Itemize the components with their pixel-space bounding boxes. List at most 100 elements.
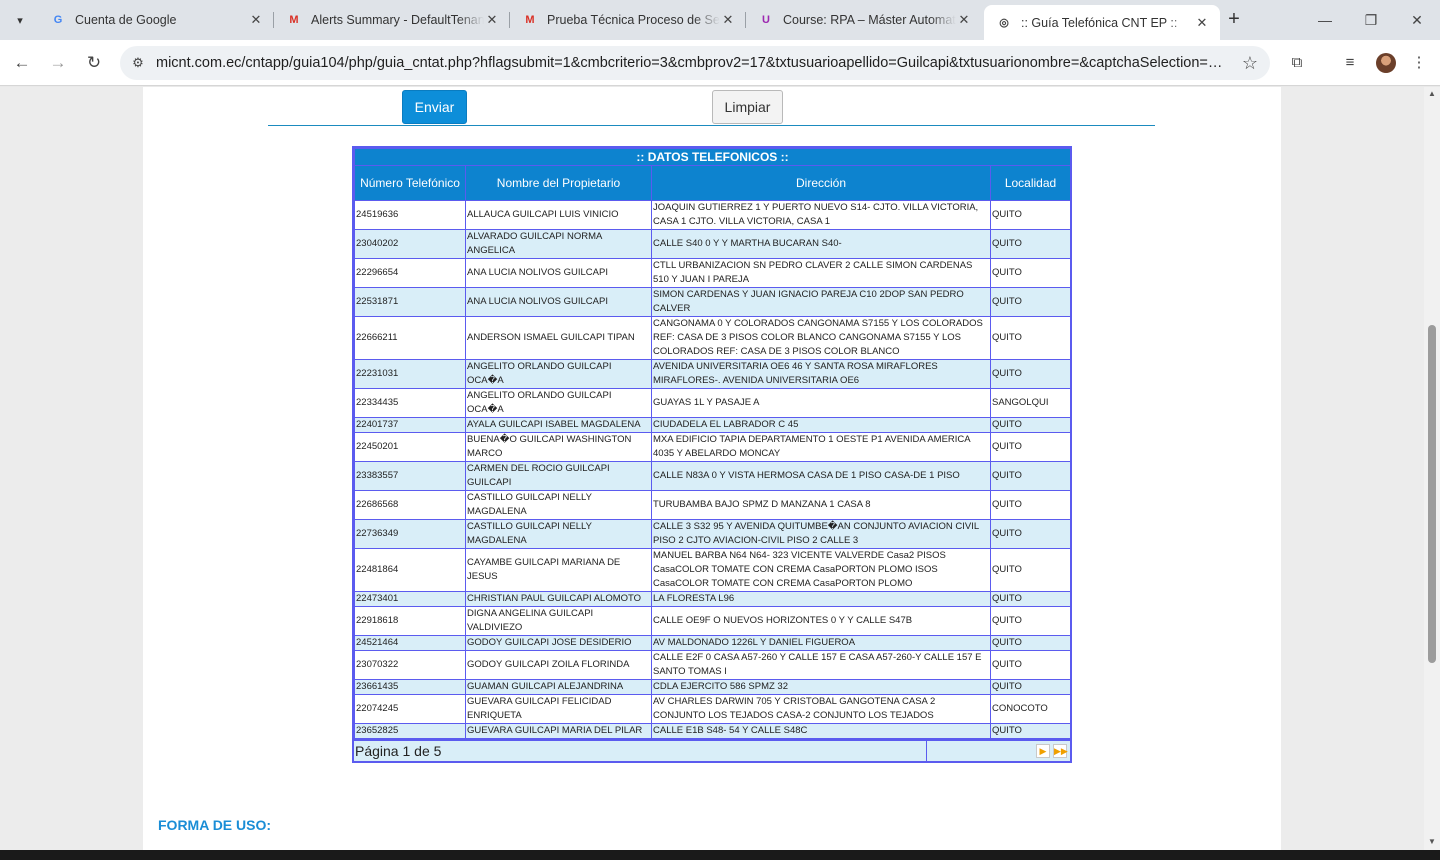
- column-header-numero[interactable]: Número Telefónico: [354, 165, 466, 201]
- cell-nombre: GUEVARA GUILCAPI FELICIDAD ENRIQUETA: [465, 694, 652, 724]
- cell-nombre: BUENA�O GUILCAPI WASHINGTON MARCO: [465, 432, 652, 462]
- site-info-icon[interactable]: ⚙: [120, 55, 156, 71]
- divider: [268, 125, 1155, 126]
- cell-numero: 23040202: [354, 229, 466, 259]
- cell-direccion: AVENIDA UNIVERSITARIA OE6 46 Y SANTA ROS…: [651, 359, 991, 389]
- cell-nombre: GODOY GUILCAPI JOSE DESIDERIO: [465, 635, 652, 651]
- last-page-icon[interactable]: ▶▶: [1053, 744, 1068, 758]
- table-row: 23661435 GUAMAN GUILCAPI ALEJANDRINA CDLA …: [354, 679, 1072, 695]
- extensions-puzzle-icon[interactable]: ⧉: [1283, 49, 1311, 77]
- cell-direccion: CALLE N83A 0 Y VISTA HERMOSA CASA DE 1 P…: [651, 461, 991, 491]
- table-row: 22334435 ANGELITO ORLANDO GUILCAPI OCA�A G…: [354, 388, 1072, 418]
- forma-de-uso-heading: FORMA DE USO:: [158, 817, 272, 833]
- cell-numero: 23383557: [354, 461, 466, 491]
- cell-nombre: ANGELITO ORLANDO GUILCAPI OCA�A: [465, 359, 652, 389]
- page-viewport: Enviar Limpiar :: DATOS TELEFONICOS :: N…: [0, 87, 1424, 850]
- back-arrow-icon[interactable]: ←: [8, 49, 36, 77]
- cell-nombre: ANDERSON ISMAEL GUILCAPI TIPAN: [465, 316, 652, 360]
- cell-direccion: CANGONAMA 0 Y COLORADOS CANGONAMA S7155 …: [651, 316, 991, 360]
- cell-localidad: QUITO: [989, 258, 1072, 288]
- cell-direccion: CDLA EJERCITO 586 SPMZ 32: [651, 679, 991, 695]
- tab-title: :: Guía Telefónica CNT EP ::: [1021, 15, 1178, 30]
- close-tab-icon[interactable]: ✕: [484, 12, 500, 28]
- url-text: micnt.com.ec/cntapp/guia104/php/guia_cnt…: [156, 55, 1230, 71]
- profile-avatar[interactable]: [1376, 53, 1396, 73]
- browser-tab[interactable]: ◎:: Guía Telefónica CNT EP :: ✕: [984, 5, 1220, 40]
- tab-title: Alerts Summary - DefaultTenant: [311, 13, 484, 27]
- reload-icon[interactable]: ↻: [80, 49, 108, 77]
- cell-localidad: QUITO: [989, 316, 1072, 360]
- cell-direccion: TURUBAMBA BAJO SPMZ D MANZANA 1 CASA 8: [651, 490, 991, 520]
- column-header-direccion[interactable]: Dirección: [651, 165, 991, 201]
- cell-localidad: QUITO: [989, 417, 1072, 433]
- cell-direccion: CALLE OE9F O NUEVOS HORIZONTES 0 Y Y CAL…: [651, 606, 991, 636]
- cell-numero: 23070322: [354, 650, 466, 680]
- cell-direccion: AV CHARLES DARWIN 705 Y CRISTOBAL GANGOT…: [651, 694, 991, 724]
- cell-nombre: ALVARADO GUILCAPI NORMA ANGELICA: [465, 229, 652, 259]
- tab-title: Prueba Técnica Proceso de Selección: [547, 13, 720, 27]
- table-row: 24521464 GODOY GUILCAPI JOSE DESIDERIO AV …: [354, 635, 1072, 651]
- close-tab-icon[interactable]: ✕: [248, 12, 264, 28]
- media-control-icon[interactable]: ≡: [1336, 49, 1364, 77]
- minimize-icon[interactable]: —: [1310, 8, 1340, 32]
- next-page-icon[interactable]: ▶: [1036, 744, 1050, 758]
- column-header-localidad[interactable]: Localidad: [989, 165, 1072, 201]
- cell-numero: 23661435: [354, 679, 466, 695]
- bookmark-star-icon[interactable]: ☆: [1230, 53, 1270, 74]
- cell-localidad: QUITO: [989, 432, 1072, 462]
- cell-direccion: JOAQUIN GUTIERREZ 1 Y PUERTO NUEVO S14- …: [651, 200, 991, 230]
- vertical-scrollbar[interactable]: ▲ ▼: [1424, 87, 1440, 850]
- browser-toolbar: ← → ↻ ⚙ micnt.com.ec/cntapp/guia104/php/…: [0, 40, 1440, 86]
- cell-nombre: GUAMAN GUILCAPI ALEJANDRINA: [465, 679, 652, 695]
- browser-tab[interactable]: G Cuenta de Google ✕: [38, 5, 274, 35]
- table-row: 22473401 CHRISTIAN PAUL GUILCAPI ALOMOTO L…: [354, 591, 1072, 607]
- cell-direccion: CALLE S40 0 Y Y MARTHA BUCARAN S40-: [651, 229, 991, 259]
- table-row: 22481864 CAYAMBE GUILCAPI MARIANA DE JESU…: [354, 548, 1072, 592]
- cell-nombre: CAYAMBE GUILCAPI MARIANA DE JESUS: [465, 548, 652, 592]
- cell-nombre: CHRISTIAN PAUL GUILCAPI ALOMOTO: [465, 591, 652, 607]
- browser-tab[interactable]: U Course: RPA – Máster Automation ✕: [746, 5, 982, 35]
- close-tab-icon[interactable]: ✕: [956, 12, 972, 28]
- limpiar-button[interactable]: Limpiar: [712, 90, 783, 124]
- table-row: 23040202 ALVARADO GUILCAPI NORMA ANGELICA…: [354, 229, 1072, 259]
- cell-localidad: QUITO: [989, 519, 1072, 549]
- scroll-down-arrow-icon[interactable]: ▼: [1424, 837, 1440, 846]
- cell-nombre: GUEVARA GUILCAPI MARIA DEL PILAR: [465, 723, 652, 739]
- cell-numero: 23652825: [354, 723, 466, 739]
- restore-icon[interactable]: ❐: [1356, 8, 1386, 32]
- more-menu-icon[interactable]: ⋮: [1405, 49, 1433, 77]
- table-row: 22918618 DIGNA ANGELINA GUILCAPI VALDIVIE…: [354, 606, 1072, 636]
- scrollbar-thumb[interactable]: [1428, 325, 1436, 663]
- close-tab-icon[interactable]: ✕: [720, 12, 736, 28]
- table-row: 22296654 ANA LUCIA NOLIVOS GUILCAPI CTLL U…: [354, 258, 1072, 288]
- new-tab-button[interactable]: +: [1222, 8, 1246, 32]
- cell-localidad: QUITO: [989, 490, 1072, 520]
- forward-arrow-icon[interactable]: →: [44, 49, 72, 77]
- tab-favicon-icon: M: [289, 14, 299, 26]
- cell-direccion: CALLE E1B S48- 54 Y CALLE S48C: [651, 723, 991, 739]
- table-row: 23070322 GODOY GUILCAPI ZOILA FLORINDA CAL…: [354, 650, 1072, 680]
- cell-localidad: QUITO: [989, 359, 1072, 389]
- cell-direccion: CTLL URBANIZACION SN PEDRO CLAVER 2 CALL…: [651, 258, 991, 288]
- browser-tab[interactable]: M Prueba Técnica Proceso de Selección✕: [510, 5, 746, 35]
- pagination-bar: Página 1 de 5 ▶ ▶▶: [354, 739, 1070, 761]
- cell-direccion: MANUEL BARBA N64 N64- 323 VICENTE VALVER…: [651, 548, 991, 592]
- close-tab-icon[interactable]: ✕: [1194, 15, 1210, 31]
- enviar-button[interactable]: Enviar: [402, 90, 467, 124]
- tab-title: Course: RPA – Máster Automation: [783, 13, 956, 27]
- cell-nombre: ANA LUCIA NOLIVOS GUILCAPI: [465, 258, 652, 288]
- column-header-nombre[interactable]: Nombre del Propietario: [465, 165, 652, 201]
- close-window-icon[interactable]: ✕: [1402, 8, 1432, 32]
- tab-search-chevron-icon[interactable]: ▾: [8, 8, 32, 32]
- cell-nombre: GODOY GUILCAPI ZOILA FLORINDA: [465, 650, 652, 680]
- cell-numero: 22481864: [354, 548, 466, 592]
- table-row: 22686568 CASTILLO GUILCAPI NELLY MAGDALEN…: [354, 490, 1072, 520]
- cell-localidad: QUITO: [989, 229, 1072, 259]
- cell-direccion: CIUDADELA EL LABRADOR C 45: [651, 417, 991, 433]
- browser-tab[interactable]: M Alerts Summary - DefaultTenant ✕: [274, 5, 510, 35]
- address-bar[interactable]: ⚙ micnt.com.ec/cntapp/guia104/php/guia_c…: [120, 46, 1270, 80]
- page-info: Página 1 de 5: [354, 741, 927, 761]
- cell-nombre: AYALA GUILCAPI ISABEL MAGDALENA: [465, 417, 652, 433]
- cell-direccion: LA FLORESTA L96: [651, 591, 991, 607]
- scroll-up-arrow-icon[interactable]: ▲: [1424, 89, 1440, 98]
